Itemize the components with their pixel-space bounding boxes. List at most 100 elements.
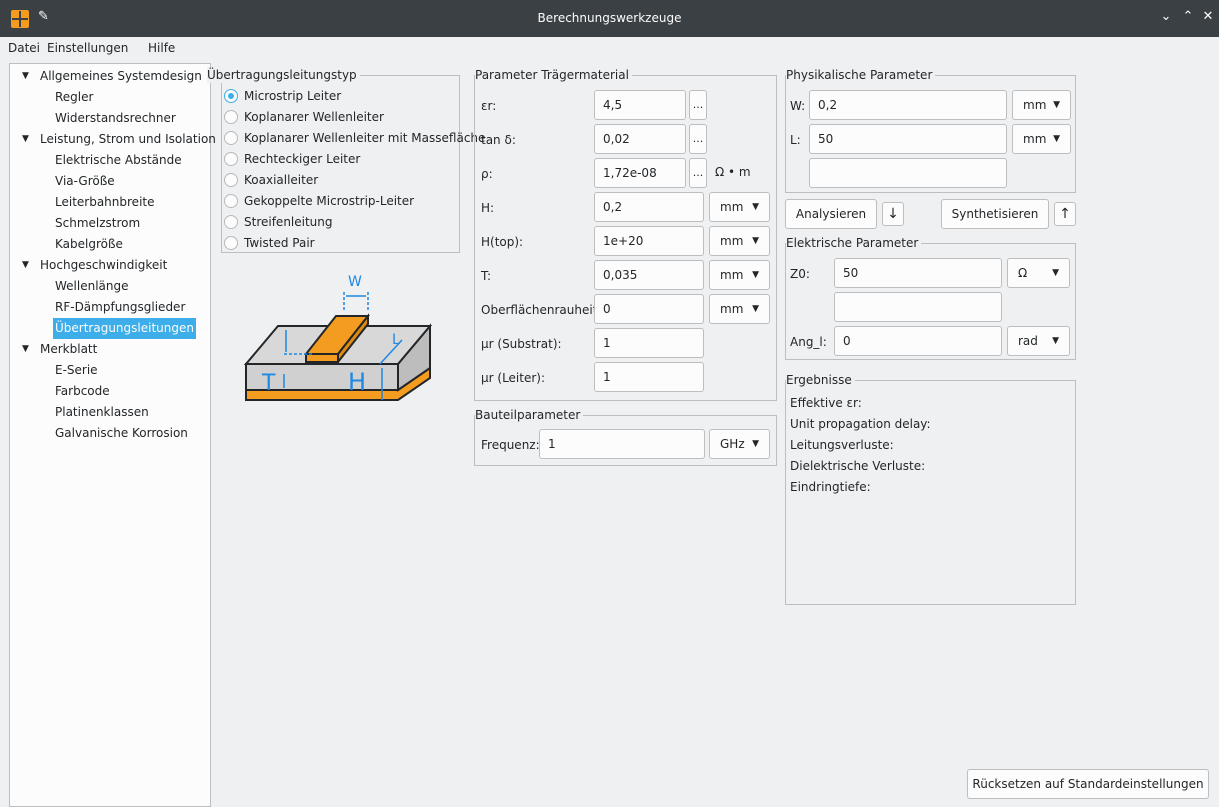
menu-settings[interactable]: Einstellungen bbox=[47, 41, 128, 55]
w-label: W bbox=[348, 274, 362, 290]
t-input[interactable]: 0,035 bbox=[594, 260, 704, 290]
tree-item-clearance[interactable]: Elektrische Abstände bbox=[55, 150, 182, 171]
radio-button[interactable] bbox=[224, 173, 238, 187]
htop-unit-select[interactable]: mm ▼ bbox=[709, 226, 770, 256]
er-label: εr: bbox=[481, 99, 497, 113]
tree-item-widerstandsrechner[interactable]: Widerstandsrechner bbox=[55, 108, 176, 129]
expand-arrow-icon[interactable]: ▼ bbox=[22, 129, 29, 150]
radio-button[interactable] bbox=[224, 110, 238, 124]
tand-label: tan δ: bbox=[481, 133, 516, 147]
tree-item-via-size[interactable]: Via-Größe bbox=[55, 171, 115, 192]
z0-unit-select[interactable]: Ω ▼ bbox=[1007, 258, 1070, 288]
htop-input[interactable]: 1e+20 bbox=[594, 226, 704, 256]
tree-group-power[interactable]: ▼ Leistung, Strom und Isolation bbox=[22, 129, 216, 150]
ang-input[interactable]: 0 bbox=[834, 326, 1002, 356]
menu-file[interactable]: Datei bbox=[8, 41, 40, 55]
frequency-input[interactable]: 1 bbox=[539, 429, 705, 459]
tree-item-e-series[interactable]: E-Serie bbox=[55, 360, 98, 381]
mur-substrate-label: μr (Substrat): bbox=[481, 337, 562, 351]
tree-item-track-width[interactable]: Leiterbahnbreite bbox=[55, 192, 155, 213]
physical-extra-input[interactable] bbox=[809, 158, 1007, 188]
arrow-up-icon[interactable]: ↑ bbox=[1054, 202, 1076, 226]
w-unit-select[interactable]: mm ▼ bbox=[1012, 90, 1071, 120]
result-conductor-loss: Leitungsverluste: bbox=[790, 438, 894, 452]
minimize-icon[interactable]: ⌄ bbox=[1157, 8, 1175, 26]
arrow-down-icon[interactable]: ↓ bbox=[882, 202, 904, 226]
maximize-icon[interactable]: ⌃ bbox=[1179, 8, 1197, 26]
electrical-extra-input[interactable] bbox=[834, 292, 1002, 322]
mur-conductor-input[interactable]: 1 bbox=[594, 362, 704, 392]
results-group: Ergebnisse Effektive εr: Unit propagatio… bbox=[785, 372, 1076, 605]
reset-defaults-button[interactable]: Rücksetzen auf Standardeinstellungen bbox=[967, 769, 1209, 799]
chevron-down-icon: ▼ bbox=[1053, 100, 1060, 110]
h-unit-select[interactable]: mm ▼ bbox=[709, 192, 770, 222]
radio-button[interactable] bbox=[224, 194, 238, 208]
analyze-button[interactable]: Analysieren bbox=[785, 199, 877, 229]
expand-arrow-icon[interactable]: ▼ bbox=[22, 255, 29, 276]
expand-arrow-icon[interactable]: ▼ bbox=[22, 66, 29, 87]
tree-item-board-classes[interactable]: Platinenklassen bbox=[55, 402, 149, 423]
tree-group-system-design[interactable]: ▼ Allgemeines Systemdesign bbox=[22, 66, 202, 87]
radio-button[interactable] bbox=[224, 89, 238, 103]
l-input[interactable]: 50 bbox=[809, 124, 1007, 154]
radio-button[interactable] bbox=[224, 215, 238, 229]
t-unit-select[interactable]: mm ▼ bbox=[709, 260, 770, 290]
menu-help[interactable]: Hilfe bbox=[148, 41, 175, 55]
line-type-group: Übertragungsleitungstyp Microstrip Leite… bbox=[207, 67, 485, 253]
rho-input[interactable]: 1,72e-08 bbox=[594, 158, 686, 188]
electrical-group: Elektrische Parameter Z0: 50 Ω ▼ Ang_l: 0… bbox=[785, 235, 1076, 360]
close-icon[interactable]: ✕ bbox=[1199, 8, 1217, 26]
tree-item-color-code[interactable]: Farbcode bbox=[55, 381, 110, 402]
roughness-unit-select[interactable]: mm ▼ bbox=[709, 294, 770, 324]
mur-substrate-input[interactable]: 1 bbox=[594, 328, 704, 358]
result-dielectric-loss: Dielektrische Verluste: bbox=[790, 459, 926, 473]
tand-input[interactable]: 0,02 bbox=[594, 124, 686, 154]
synthesize-button[interactable]: Synthetisieren bbox=[941, 199, 1049, 229]
component-title: Bauteilparameter bbox=[475, 407, 584, 423]
er-browse-button[interactable]: ... bbox=[689, 90, 707, 120]
z0-label: Z0: bbox=[790, 267, 810, 281]
ang-label: Ang_l: bbox=[790, 335, 827, 349]
results-title: Ergebnisse bbox=[786, 372, 855, 388]
tree-item-galvanic-corrosion[interactable]: Galvanische Korrosion bbox=[55, 423, 188, 444]
result-skin-depth: Eindringtiefe: bbox=[790, 480, 871, 494]
er-input[interactable]: 4,5 bbox=[594, 90, 686, 120]
radio-button[interactable] bbox=[224, 236, 238, 250]
chevron-down-icon: ▼ bbox=[752, 304, 759, 314]
roughness-input[interactable]: 0 bbox=[594, 294, 704, 324]
tree-item-transmission-lines[interactable]: Übertragungsleitungen bbox=[53, 318, 196, 339]
tand-browse-button[interactable]: ... bbox=[689, 124, 707, 154]
tree-item-cable-size[interactable]: Kabelgröße bbox=[55, 234, 123, 255]
t-label: T bbox=[261, 371, 276, 396]
frequency-unit-select[interactable]: GHz ▼ bbox=[709, 429, 770, 459]
tree-group-cheatsheet[interactable]: ▼ Merkblatt bbox=[22, 339, 97, 360]
z0-input[interactable]: 50 bbox=[834, 258, 1002, 288]
tree-item-regler[interactable]: Regler bbox=[55, 87, 93, 108]
chevron-down-icon: ▼ bbox=[1052, 336, 1059, 346]
window-title: Berechnungswerkzeuge bbox=[537, 11, 682, 25]
radio-button[interactable] bbox=[224, 152, 238, 166]
tree-group-high-speed[interactable]: ▼ Hochgeschwindigkeit bbox=[22, 255, 167, 276]
tree-item-rf-attenuators[interactable]: RF-Dämpfungsglieder bbox=[55, 297, 185, 318]
result-propagation-delay: Unit propagation delay: bbox=[790, 417, 931, 431]
radio-button[interactable] bbox=[224, 131, 238, 145]
tree-item-wavelength[interactable]: Wellenlänge bbox=[55, 276, 129, 297]
tree-item-fusing-current[interactable]: Schmelzstrom bbox=[55, 213, 140, 234]
expand-arrow-icon[interactable]: ▼ bbox=[22, 339, 29, 360]
htop-label: H(top): bbox=[481, 235, 524, 249]
ang-unit-select[interactable]: rad ▼ bbox=[1007, 326, 1070, 356]
rho-label: ρ: bbox=[481, 167, 493, 181]
line-type-title: Übertragungsleitungstyp bbox=[207, 67, 360, 83]
frequency-label: Frequenz: bbox=[481, 438, 540, 452]
w-input[interactable]: 0,2 bbox=[809, 90, 1007, 120]
h-input[interactable]: 0,2 bbox=[594, 192, 704, 222]
chevron-down-icon: ▼ bbox=[752, 270, 759, 280]
electrical-title: Elektrische Parameter bbox=[786, 235, 922, 251]
w-label: W: bbox=[790, 99, 806, 113]
chevron-down-icon: ▼ bbox=[752, 236, 759, 246]
chevron-down-icon: ▼ bbox=[752, 439, 759, 449]
roughness-label: Oberflächenrauheit: bbox=[481, 303, 602, 317]
chevron-down-icon: ▼ bbox=[1052, 268, 1059, 278]
l-unit-select[interactable]: mm ▼ bbox=[1012, 124, 1071, 154]
rho-browse-button[interactable]: ... bbox=[689, 158, 707, 188]
